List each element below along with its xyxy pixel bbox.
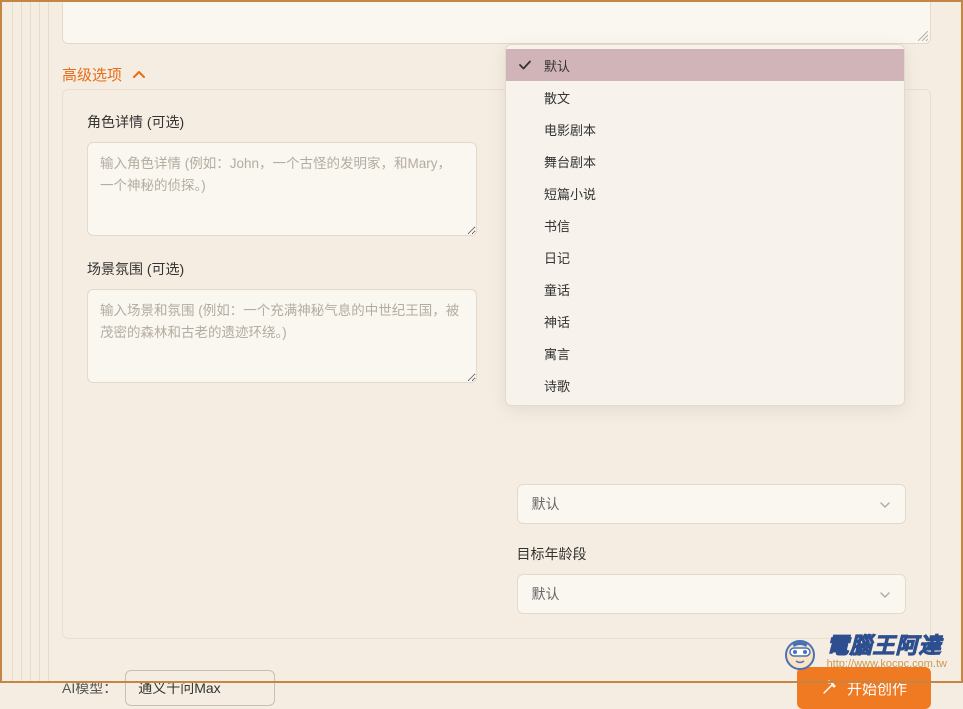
model-label: AI模型：: [62, 678, 117, 698]
age-label: 目标年龄段: [517, 544, 907, 564]
watermark-title: 電腦王阿達: [827, 635, 947, 657]
dropdown-item[interactable]: 童话: [506, 273, 904, 305]
mascot-icon: [779, 631, 821, 673]
dropdown-item[interactable]: 寓言: [506, 337, 904, 369]
watermark-url: http://www.kocpc.com.tw: [827, 659, 947, 670]
dropdown-item[interactable]: 日记: [506, 241, 904, 273]
dropdown-item-label: 寓言: [544, 344, 570, 363]
dropdown-item-label: 散文: [544, 88, 570, 107]
genre-select-value: 默认: [532, 494, 560, 514]
left-column: 角色详情 (可选) 场景氛围 (可选): [87, 112, 477, 614]
dropdown-item-label: 舞台剧本: [544, 152, 596, 171]
model-select[interactable]: 通义千问Max: [125, 670, 275, 706]
character-textarea[interactable]: [87, 142, 477, 236]
advanced-options-toggle[interactable]: 高级选项: [62, 64, 146, 85]
chevron-down-icon: [879, 498, 891, 510]
bottom-row: AI模型： 通义千问Max 开始创作: [62, 667, 931, 709]
dropdown-item-label: 诗歌: [544, 376, 570, 395]
dropdown-item[interactable]: 舞台剧本: [506, 145, 904, 177]
chevron-down-icon: [879, 588, 891, 600]
dropdown-item-label: 短篇小说: [544, 184, 596, 203]
setting-label: 场景氛围 (可选): [87, 259, 477, 279]
chevron-up-icon: [132, 68, 146, 82]
dropdown-item[interactable]: 诗歌: [506, 369, 904, 401]
check-icon: [518, 58, 532, 72]
magic-wand-icon: [821, 680, 837, 696]
setting-textarea[interactable]: [87, 289, 477, 383]
dropdown-item[interactable]: 默认: [506, 49, 904, 81]
watermark: 電腦王阿達 http://www.kocpc.com.tw: [779, 631, 947, 673]
age-select[interactable]: 默认: [517, 574, 907, 614]
dropdown-item-label: 书信: [544, 216, 570, 235]
start-create-button[interactable]: 开始创作: [797, 667, 931, 709]
dropdown-item-label: 电影剧本: [544, 120, 596, 139]
dropdown-item[interactable]: 神话: [506, 305, 904, 337]
dropdown-item-label: 神话: [544, 312, 570, 331]
dropdown-item[interactable]: 散文: [506, 81, 904, 113]
age-select-value: 默认: [532, 584, 560, 604]
genre-select[interactable]: 默认: [517, 484, 907, 524]
dropdown-item-label: 默认: [544, 56, 570, 75]
model-select-value: 通义千问Max: [138, 678, 220, 698]
advanced-options-label: 高级选项: [62, 64, 122, 85]
resize-handle-icon[interactable]: [918, 31, 928, 41]
dropdown-item[interactable]: 短篇小说: [506, 177, 904, 209]
writing-type-dropdown[interactable]: 默认散文电影剧本舞台剧本短篇小说书信日记童话神话寓言诗歌: [505, 44, 905, 406]
dropdown-item[interactable]: 电影剧本: [506, 113, 904, 145]
start-button-label: 开始创作: [847, 678, 907, 699]
dropdown-item-label: 日记: [544, 248, 570, 267]
dropdown-item-label: 童话: [544, 280, 570, 299]
dropdown-item[interactable]: 书信: [506, 209, 904, 241]
top-textarea[interactable]: [62, 0, 931, 44]
character-label: 角色详情 (可选): [87, 112, 477, 132]
